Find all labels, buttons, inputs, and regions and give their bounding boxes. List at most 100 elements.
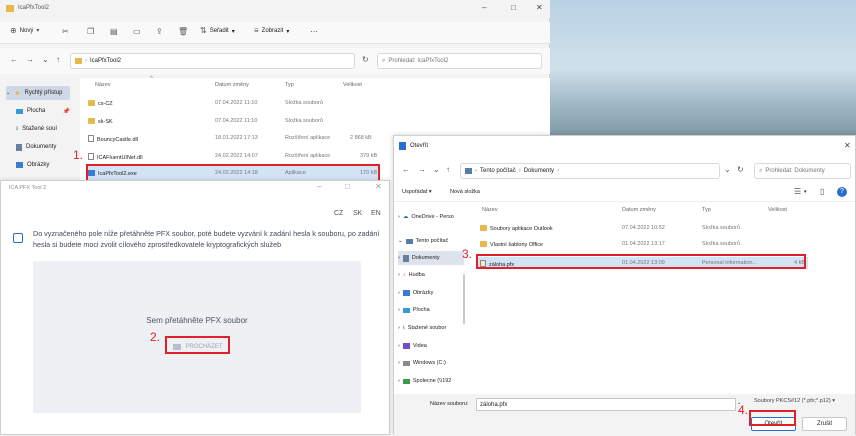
chevron-down-icon[interactable]: ⌄ [724, 166, 731, 174]
sidebar-item-label: Obrázky [412, 290, 434, 296]
filename-input[interactable]: záloha.pfx [476, 398, 736, 411]
up-arrow-icon[interactable]: ↑ [56, 56, 60, 64]
sidebar-item-this-pc[interactable]: ⌄ Tento počítač [398, 234, 464, 248]
search-icon: ⌕ [759, 167, 763, 174]
share-icon[interactable]: ⇪ [156, 28, 163, 36]
back-arrow-icon[interactable]: ← [10, 56, 18, 64]
table-row[interactable]: sk-SK 07.04.2022 11:10 Složka souborů [88, 114, 378, 128]
chevron-right-icon: › [398, 214, 400, 220]
chevron-down-icon[interactable]: ⌄ [433, 166, 440, 174]
paste-icon[interactable]: ▤ [110, 28, 118, 36]
sidebar-item-downloads[interactable]: › ⭳ Stažené soubor [398, 321, 464, 335]
column-header-date[interactable]: Datum změny [215, 82, 249, 88]
cloud-icon: ☁ [402, 214, 409, 220]
chevron-right-icon: › [398, 378, 400, 384]
column-header-name[interactable]: Název [482, 207, 498, 213]
table-row[interactable]: ICAFluentUINet.dll 24.02.2022 14:07 Rozš… [88, 149, 378, 163]
more-button[interactable]: ··· [310, 27, 318, 36]
rename-icon[interactable]: ▭ [133, 28, 141, 36]
step-label-4: 4. [738, 403, 749, 417]
copy-icon[interactable]: ❐ [87, 28, 94, 36]
highlight-box-step-4 [749, 410, 796, 426]
sidebar-item-pictures[interactable]: Obrázky [16, 158, 70, 172]
address-bar[interactable]: › IcaPfxTool2 [70, 53, 355, 69]
file-type: Rozšíření aplikace [285, 135, 331, 141]
list-item[interactable]: Vlastní šablony Office 01.04.2022 13:17 … [478, 238, 808, 250]
step-label-2: 2. [150, 330, 161, 344]
sidebar-item-pictures[interactable]: › Obrázky [398, 286, 464, 300]
search-input[interactable]: ⌕ Prohledat: Dokumenty [754, 163, 851, 179]
cancel-button[interactable]: Zrušit [802, 417, 847, 431]
column-header-size[interactable]: Velikost [343, 82, 362, 88]
cut-icon[interactable]: ✂ [62, 28, 69, 36]
organize-button[interactable]: Uspořádat ▾ [402, 189, 432, 195]
filetype-select[interactable]: Soubory PKCS#12 (*.pfx;*.p12) ▾ [754, 398, 835, 404]
sort-button[interactable]: ⇅ Seřadit ▾ [200, 27, 235, 35]
view-options-icon[interactable]: ☰ [794, 188, 801, 196]
download-icon: ⭳ [16, 126, 19, 132]
maximize-icon[interactable]: □ [345, 182, 350, 191]
close-icon[interactable]: ✕ [375, 182, 382, 191]
sidebar-scrollbar[interactable] [463, 274, 465, 324]
close-icon[interactable]: ✕ [844, 141, 851, 150]
video-icon [402, 343, 410, 349]
sidebar-item-documents[interactable]: Dokumenty [16, 140, 70, 154]
title-bar: IcaPfxTool2 – □ ✕ [0, 0, 550, 18]
lang-cz-button[interactable]: CZ [334, 210, 343, 217]
refresh-icon[interactable]: ↻ [362, 56, 369, 64]
table-row[interactable]: BouncyCastle.dll 18.01.2022 17:13 Rozšíř… [88, 131, 378, 145]
minimize-icon[interactable]: – [317, 182, 321, 191]
file-name: BouncyCastle.dll [97, 137, 138, 143]
column-header-type[interactable]: Typ [285, 82, 294, 88]
folder-icon [480, 225, 487, 231]
new-label: Nový [19, 28, 34, 34]
chevron-down-icon[interactable]: ▾ [804, 189, 807, 195]
file-size: 379 kB [360, 153, 378, 159]
lang-sk-button[interactable]: SK [353, 210, 362, 217]
table-row[interactable]: cs-CZ 07.04.2022 11:10 Složka souborů [88, 96, 378, 110]
chevron-down-icon[interactable]: ⌄ [42, 56, 49, 64]
column-header-date[interactable]: Datum změny [622, 207, 656, 213]
sidebar-item-documents[interactable]: › Dokumenty [398, 251, 464, 265]
sidebar-item-windows-drive[interactable]: › Windows (C:) [398, 356, 464, 370]
chevron-right-icon: › [398, 290, 400, 296]
forward-arrow-icon[interactable]: → [418, 166, 426, 174]
search-input[interactable]: ⌕ Prohledat: IcaPfxTool2 [377, 53, 542, 69]
sidebar-item-network-drive[interactable]: › Spolecne (\\192 [398, 374, 464, 388]
breadcrumb-item[interactable]: Tento počítač [480, 168, 516, 174]
column-header-type[interactable]: Typ [702, 207, 711, 213]
forward-arrow-icon[interactable]: → [26, 56, 34, 64]
column-header-size[interactable]: Velikost [768, 207, 787, 213]
view-button[interactable]: ≡ Zobrazit ▾ [254, 27, 289, 35]
sidebar-item-label: Videa [412, 343, 427, 349]
dll-file-icon [88, 153, 94, 160]
column-header-name[interactable]: Název [95, 82, 111, 88]
sidebar-item-music[interactable]: › ♪ Hudba [398, 268, 464, 282]
filetype-value: Soubory PKCS#12 (*.pfx;*.p12) [754, 398, 831, 404]
sidebar-item-desktop[interactable]: › Plocha [398, 303, 464, 317]
sidebar-item-label: Plocha [27, 108, 46, 114]
list-item[interactable]: Soubory aplikace Outlook 07.04.2022 10:5… [478, 222, 808, 234]
sidebar-item-downloads[interactable]: ⭳ Stažené soul [16, 122, 70, 136]
lang-en-button[interactable]: EN [371, 210, 381, 217]
back-arrow-icon[interactable]: ← [402, 166, 410, 174]
sidebar-item-videos[interactable]: › Videa [398, 339, 464, 353]
address-bar[interactable]: › Tento počítač › Dokumenty › [460, 163, 720, 179]
preview-pane-icon[interactable]: ▯ [820, 188, 824, 196]
file-size: 2 868 kB [350, 135, 372, 141]
up-arrow-icon[interactable]: ↑ [446, 166, 450, 174]
minimize-icon[interactable]: – [482, 3, 486, 12]
sidebar-item-desktop[interactable]: Plocha 📌 [16, 104, 70, 118]
maximize-icon[interactable]: □ [511, 3, 516, 12]
refresh-icon[interactable]: ↻ [737, 166, 744, 174]
breadcrumb-item[interactable]: Dokumenty [524, 168, 554, 174]
search-placeholder: Prohledat: Dokumenty [765, 168, 825, 174]
network-drive-icon [402, 378, 410, 384]
close-icon[interactable]: ✕ [536, 3, 543, 12]
sidebar-item-onedrive[interactable]: › ☁ OneDrive - Perso [398, 210, 464, 224]
delete-icon[interactable]: 🗑 [178, 28, 188, 36]
new-folder-button[interactable]: Nová složka [450, 189, 480, 195]
new-button[interactable]: ⊕ Nový ▾ [10, 27, 39, 35]
sidebar-item-quick-access[interactable]: ⌄ ★ Rychlý přístup [6, 86, 70, 100]
help-icon[interactable]: ? [837, 187, 847, 197]
